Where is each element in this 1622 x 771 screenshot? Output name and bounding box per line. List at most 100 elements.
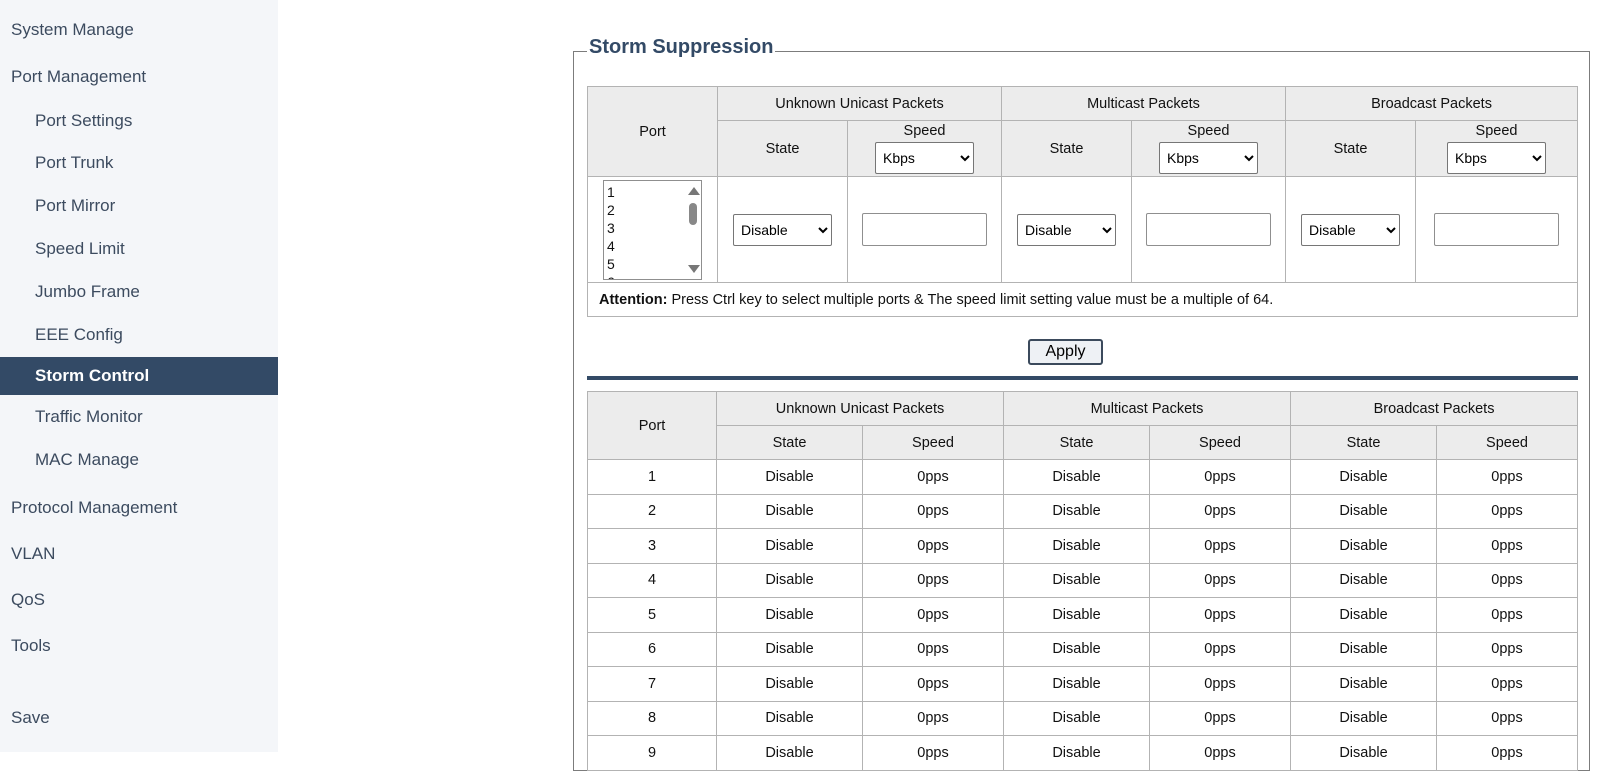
sidebar: System Manage Port Management Port Setti…	[0, 0, 278, 752]
row-port: 4	[587, 562, 717, 598]
row-mc-speed: 0pps	[1148, 631, 1292, 667]
table-row: 8 Disable 0pps Disable 0pps Disable 0pps	[587, 700, 1579, 736]
row-mc-state: Disable	[1003, 735, 1150, 771]
row-bc-speed: 0pps	[1436, 562, 1579, 598]
table-row: 2 Disable 0pps Disable 0pps Disable 0pps	[587, 493, 1579, 529]
nav-port-trunk[interactable]: Port Trunk	[0, 153, 278, 173]
row-uu-speed: 0pps	[862, 562, 1004, 598]
row-bc-state: Disable	[1290, 666, 1438, 702]
row-uu-speed: 0pps	[862, 528, 1004, 564]
row-uu-state: Disable	[716, 493, 863, 529]
status-mc-state-header: State	[1003, 425, 1150, 460]
scroll-thumb[interactable]	[689, 202, 697, 225]
unknown-unicast-header: Unknown Unicast Packets	[717, 86, 1002, 121]
row-bc-state: Disable	[1290, 562, 1438, 598]
uu-speed-header: Speed Kbps	[847, 120, 1002, 177]
uu-state-header: State	[717, 120, 848, 177]
port-multiselect[interactable]: 1 2 3 4 5 6	[603, 179, 702, 280]
nav-traffic-monitor[interactable]: Traffic Monitor	[0, 407, 278, 427]
row-port: 5	[587, 597, 717, 633]
nav-mac-manage[interactable]: MAC Manage	[0, 450, 278, 470]
mc-speed-input[interactable]	[1146, 213, 1271, 246]
row-uu-speed: 0pps	[862, 493, 1004, 529]
row-mc-state: Disable	[1003, 493, 1150, 529]
uu-speed-unit-select[interactable]: Kbps	[875, 142, 974, 174]
bc-state-select[interactable]: Disable	[1301, 213, 1401, 246]
mc-speed-header: Speed Kbps	[1130, 120, 1287, 177]
uu-state-select[interactable]: Disable	[733, 213, 832, 246]
row-bc-speed: 0pps	[1436, 735, 1579, 771]
apply-button[interactable]: Apply	[1028, 339, 1103, 365]
nav-tools[interactable]: Tools	[0, 636, 278, 656]
bc-speed-unit-select[interactable]: Kbps	[1447, 142, 1547, 174]
row-bc-speed: 0pps	[1436, 528, 1579, 564]
nav-port-settings[interactable]: Port Settings	[0, 111, 278, 131]
nav-port-mirror[interactable]: Port Mirror	[0, 196, 278, 216]
row-uu-state: Disable	[716, 700, 863, 736]
row-bc-state: Disable	[1290, 631, 1438, 667]
nav-port-management[interactable]: Port Management	[0, 67, 278, 87]
nav-jumbo-frame[interactable]: Jumbo Frame	[0, 282, 278, 302]
port-list-cell: 1 2 3 4 5 6	[587, 176, 718, 283]
nav-protocol-management[interactable]: Protocol Management	[0, 498, 278, 518]
table-row: 7 Disable 0pps Disable 0pps Disable 0pps	[587, 666, 1579, 702]
attention-text: Press Ctrl key to select multiple ports …	[667, 291, 1274, 308]
mc-state-select[interactable]: Disable	[1017, 213, 1116, 246]
nav-speed-limit[interactable]: Speed Limit	[0, 239, 278, 259]
nav-qos[interactable]: QoS	[0, 590, 278, 610]
nav-system-manage[interactable]: System Manage	[0, 20, 278, 40]
row-port: 3	[587, 528, 717, 564]
row-mc-speed: 0pps	[1148, 597, 1292, 633]
port-list-scrollbar[interactable]	[685, 181, 701, 279]
status-uu-speed-header: Speed	[862, 425, 1004, 460]
bc-speed-cell	[1415, 176, 1579, 283]
scroll-down-arrow-icon[interactable]	[688, 264, 700, 273]
row-bc-speed: 0pps	[1436, 493, 1579, 529]
nav-eee-config[interactable]: EEE Config	[0, 325, 278, 345]
row-mc-state: Disable	[1003, 700, 1150, 736]
bc-speed-input[interactable]	[1434, 213, 1560, 246]
row-port: 2	[587, 493, 717, 529]
row-bc-speed: 0pps	[1436, 666, 1579, 702]
row-mc-speed: 0pps	[1148, 666, 1292, 702]
nav-save[interactable]: Save	[0, 708, 278, 728]
row-bc-speed: 0pps	[1436, 700, 1579, 736]
page-title: Storm Suppression	[587, 36, 776, 59]
mc-state-header: State	[1001, 120, 1132, 177]
uu-speed-input[interactable]	[862, 213, 987, 246]
row-mc-state: Disable	[1003, 562, 1150, 598]
scroll-up-arrow-icon[interactable]	[688, 186, 700, 195]
nav-vlan[interactable]: VLAN	[0, 544, 278, 564]
bc-speed-header-label: Speed	[1475, 123, 1518, 139]
table-row: 9 Disable 0pps Disable 0pps Disable 0pps	[587, 735, 1579, 771]
row-uu-speed: 0pps	[862, 459, 1004, 495]
row-uu-speed: 0pps	[862, 631, 1004, 667]
table-row: 6 Disable 0pps Disable 0pps Disable 0pps	[587, 631, 1579, 667]
row-uu-state: Disable	[716, 735, 863, 771]
mc-state-cell: Disable	[1001, 176, 1132, 283]
mc-speed-unit-select[interactable]: Kbps	[1159, 142, 1258, 174]
row-bc-speed: 0pps	[1436, 631, 1579, 667]
row-port: 6	[587, 631, 717, 667]
row-mc-speed: 0pps	[1148, 459, 1292, 495]
row-bc-state: Disable	[1290, 528, 1438, 564]
table-row: 1 Disable 0pps Disable 0pps Disable 0pps	[587, 459, 1579, 495]
row-port: 1	[587, 459, 717, 495]
row-mc-speed: 0pps	[1148, 528, 1292, 564]
nav-storm-control[interactable]: Storm Control	[0, 357, 278, 395]
mc-speed-cell	[1130, 176, 1287, 283]
row-uu-state: Disable	[716, 459, 863, 495]
row-uu-speed: 0pps	[862, 700, 1004, 736]
status-multicast-header: Multicast Packets	[1002, 391, 1292, 426]
table-row: 4 Disable 0pps Disable 0pps Disable 0pps	[587, 562, 1579, 598]
uu-speed-cell	[847, 176, 1002, 283]
attention-note: Attention: Press Ctrl key to select mult…	[586, 282, 1579, 317]
row-mc-state: Disable	[1003, 631, 1150, 667]
status-table-body: 1 Disable 0pps Disable 0pps Disable 0pps 2 Disab…	[587, 459, 1579, 771]
uu-state-cell: Disable	[717, 176, 848, 283]
row-mc-speed: 0pps	[1148, 493, 1292, 529]
row-uu-speed: 0pps	[862, 597, 1004, 633]
table-row: 3 Disable 0pps Disable 0pps Disable 0pps	[587, 528, 1579, 564]
status-uu-state-header: State	[716, 425, 863, 460]
row-bc-speed: 0pps	[1436, 597, 1579, 633]
